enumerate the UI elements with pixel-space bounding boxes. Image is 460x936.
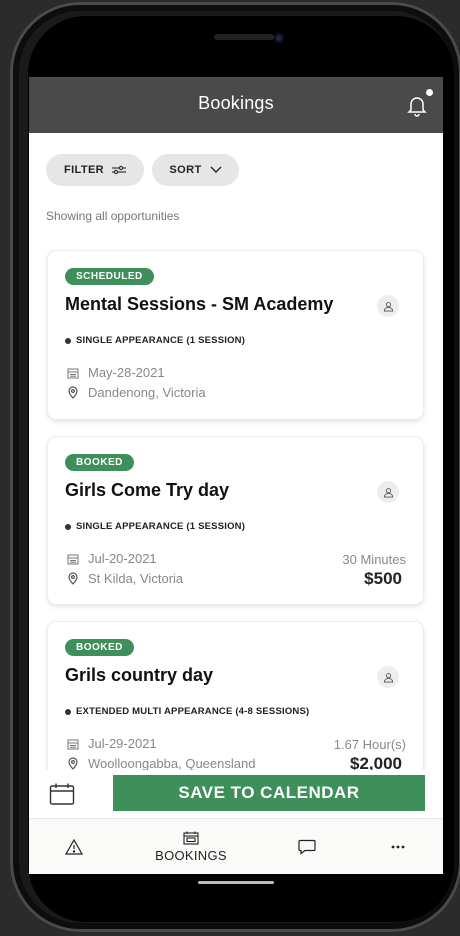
- avatar[interactable]: [377, 481, 399, 503]
- booking-date: May-28-2021: [67, 365, 165, 380]
- date-value: May-28-2021: [88, 365, 165, 380]
- calendar-icon[interactable]: [49, 782, 75, 806]
- bullet-dot: [65, 337, 71, 344]
- calendar-icon: [67, 554, 79, 564]
- tab-alerts[interactable]: [59, 819, 89, 874]
- chevron-down-icon: [210, 166, 222, 173]
- user-icon: [383, 301, 393, 312]
- tab-messages[interactable]: [294, 819, 320, 874]
- booking-card[interactable]: SCHEDULED Mental Sessions - SM Academy S…: [48, 251, 423, 419]
- booking-duration: 1.67 Hour(s): [333, 737, 406, 752]
- sort-button[interactable]: SORT: [152, 154, 239, 186]
- appearance-type-label: SINGLE APPEARANCE (1 SESSION): [76, 521, 246, 532]
- booking-title: Girls Come Try day: [65, 480, 230, 500]
- warning-icon: [65, 839, 83, 855]
- appearance-type: SINGLE APPEARANCE (1 SESSION): [65, 521, 245, 532]
- user-icon: [383, 672, 393, 683]
- results-status: Showing all opportunities: [46, 209, 180, 223]
- appearance-type-label: SINGLE APPEARANCE (1 SESSION): [76, 335, 246, 346]
- bullet-dot: [65, 523, 71, 530]
- booking-date: Jul-29-2021: [67, 736, 157, 751]
- booking-duration: 30 Minutes: [342, 552, 406, 567]
- tab-more[interactable]: [386, 819, 410, 874]
- filter-icon: [112, 165, 127, 175]
- booking-location: St Kilda, Victoria: [67, 571, 183, 586]
- calendar-icon: [183, 831, 199, 845]
- status-badge: SCHEDULED: [65, 268, 154, 285]
- chat-icon: [298, 839, 316, 855]
- home-indicator: [198, 881, 274, 884]
- user-icon: [383, 487, 393, 498]
- location-pin-icon: [68, 386, 78, 399]
- calendar-icon: [67, 368, 79, 378]
- sort-label: SORT: [169, 164, 202, 176]
- booking-location: Woolloongabba, Queensland: [67, 756, 255, 771]
- app-header: Bookings: [29, 77, 443, 133]
- tab-bookings[interactable]: BOOKINGS: [143, 819, 239, 874]
- appearance-type-label: EXTENDED MULTI APPEARANCE (4-8 SESSIONS): [76, 706, 310, 717]
- bullet-dot: [65, 708, 71, 715]
- date-value: Jul-29-2021: [88, 736, 157, 751]
- booking-price: $500: [364, 569, 402, 588]
- appearance-type: SINGLE APPEARANCE (1 SESSION): [65, 335, 245, 346]
- booking-title: Mental Sessions - SM Academy: [65, 294, 334, 314]
- date-value: Jul-20-2021: [88, 551, 157, 566]
- appearance-type: EXTENDED MULTI APPEARANCE (4-8 SESSIONS): [65, 706, 309, 717]
- tab-bar: BOOKINGS: [29, 818, 443, 874]
- location-pin-icon: [68, 757, 78, 770]
- status-badge: BOOKED: [65, 639, 134, 656]
- booking-location: Dandenong, Victoria: [67, 385, 206, 400]
- more-icon: [391, 845, 405, 849]
- location-value: Woolloongabba, Queensland: [88, 756, 256, 771]
- app-screen: Bookings FILTER SORT Showing all opportu…: [29, 77, 443, 874]
- booking-date: Jul-20-2021: [67, 551, 157, 566]
- booking-title: Grils country day: [65, 665, 214, 685]
- calendar-icon: [67, 739, 79, 749]
- tab-bookings-label: BOOKINGS: [155, 848, 227, 863]
- location-value: Dandenong, Victoria: [88, 385, 206, 400]
- filter-label: FILTER: [63, 164, 105, 176]
- location-pin-icon: [68, 572, 78, 585]
- status-badge: BOOKED: [65, 454, 134, 471]
- avatar[interactable]: [377, 295, 399, 317]
- phone-camera: [274, 33, 284, 43]
- bell-icon[interactable]: [405, 93, 429, 117]
- location-value: St Kilda, Victoria: [88, 571, 184, 586]
- notification-dot: [426, 89, 433, 96]
- phone-speaker: [214, 34, 274, 40]
- page-title: Bookings: [198, 93, 274, 113]
- save-to-calendar-button[interactable]: SAVE TO CALENDAR: [113, 775, 425, 811]
- booking-card[interactable]: BOOKED Girls Come Try day SINGLE APPEARA…: [48, 437, 423, 604]
- avatar[interactable]: [377, 666, 399, 688]
- filter-button[interactable]: FILTER: [46, 154, 144, 186]
